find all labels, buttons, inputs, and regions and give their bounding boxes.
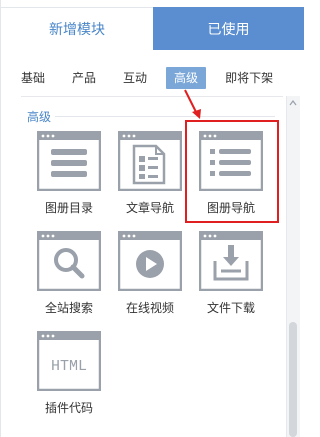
tab-product[interactable]: 产品 — [72, 67, 96, 89]
module-label: 文章导航 — [125, 201, 174, 215]
module-label: 文件下载 — [206, 301, 255, 315]
module-file-download[interactable]: 文件下载 — [197, 231, 265, 315]
tab-interactive[interactable]: 互动 — [123, 67, 147, 89]
play-video-icon — [118, 231, 182, 291]
module-label: 插件代码 — [44, 401, 93, 415]
module-label: 图册目录 — [44, 201, 93, 215]
module-article-nav[interactable]: 文章导航 — [116, 131, 184, 215]
module-plugin-code[interactable]: HTML 插件代码 — [35, 331, 103, 415]
tab-deprecated[interactable]: 即将下架 — [225, 67, 273, 89]
divider — [21, 96, 283, 97]
scrollbar-thumb[interactable] — [289, 322, 297, 437]
module-label: 全站搜索 — [44, 301, 93, 315]
tab-add-module[interactable]: 新增模块 — [1, 7, 153, 50]
module-site-search[interactable]: 全站搜索 — [35, 231, 103, 315]
download-icon — [199, 231, 263, 291]
section-rule — [55, 116, 275, 117]
module-photo-catalog[interactable]: 图册目录 — [35, 131, 103, 215]
tab-basic[interactable]: 基础 — [21, 67, 45, 89]
highlight-box — [185, 120, 279, 223]
module-label: 在线视频 — [125, 301, 174, 315]
html-icon-text: HTML — [51, 358, 87, 375]
top-tab-bar: 新增模块 已使用 — [1, 7, 304, 50]
scroll-up-icon[interactable] — [289, 99, 297, 107]
search-icon — [37, 231, 101, 291]
category-tabs: 基础 产品 互动 高级 即将下架 — [21, 66, 300, 90]
module-panel: 新增模块 已使用 基础 产品 互动 高级 即将下架 高级 图册目录 文章导航 图… — [0, 0, 304, 437]
html-code-icon: HTML — [37, 331, 101, 391]
tab-advanced[interactable]: 高级 — [166, 67, 207, 89]
photo-catalog-icon — [37, 131, 101, 191]
red-arrow-icon — [184, 89, 201, 119]
article-nav-icon — [118, 131, 182, 191]
section-title: 高级 — [27, 110, 52, 124]
tab-used[interactable]: 已使用 — [153, 7, 304, 50]
module-online-video[interactable]: 在线视频 — [116, 231, 184, 315]
